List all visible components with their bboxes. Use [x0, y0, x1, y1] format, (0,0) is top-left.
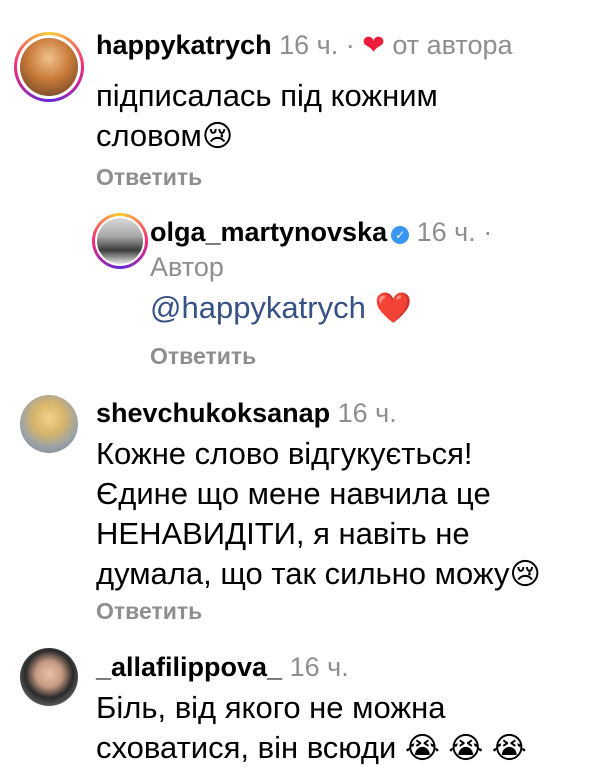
mention-link[interactable]: @happykatrych — [150, 290, 366, 325]
timestamp: 16 ч. — [279, 30, 339, 60]
separator: · — [483, 217, 493, 247]
separator: · — [345, 30, 355, 60]
heart-icon: ❤ — [362, 30, 385, 60]
avatar[interactable] — [20, 395, 78, 453]
timestamp: 16 ч. — [337, 398, 397, 428]
comment-text: підписалась під кожним словом😢 — [96, 78, 438, 153]
reply-button[interactable]: Ответить — [150, 342, 256, 370]
username[interactable]: _allafilippova_ — [96, 652, 282, 682]
story-ring[interactable] — [14, 32, 84, 102]
loudly-crying-face-icon: 😭 😭 😭 — [404, 732, 527, 765]
red-heart-icon: ❤️ — [374, 292, 412, 325]
timestamp: 16 ч. — [289, 652, 349, 682]
verified-badge-icon: ✓ — [391, 226, 410, 244]
reply-button[interactable]: Ответить — [96, 597, 202, 625]
avatar[interactable] — [20, 648, 78, 706]
liked-by-author: от автора — [392, 30, 513, 60]
author-label: Автор — [150, 252, 224, 282]
username[interactable]: shevchukoksanap — [96, 398, 330, 428]
crying-face-icon: 😢 — [201, 120, 234, 153]
username[interactable]: olga_martynovska — [150, 217, 387, 247]
comment-text: @happykatrych ❤️ — [150, 288, 412, 329]
story-ring[interactable] — [92, 213, 148, 269]
avatar[interactable] — [97, 218, 143, 264]
crying-face-icon: 😢 — [509, 558, 541, 591]
comment-text: Кожне слово відгукується! Єдине що мене … — [96, 436, 541, 591]
reply-button[interactable]: Ответить — [96, 163, 202, 191]
comment-text: Біль, від якого не можна сховатися, він … — [96, 690, 527, 765]
timestamp: 16 ч. — [416, 217, 476, 247]
avatar[interactable] — [20, 38, 78, 96]
username[interactable]: happykatrych — [96, 30, 272, 60]
